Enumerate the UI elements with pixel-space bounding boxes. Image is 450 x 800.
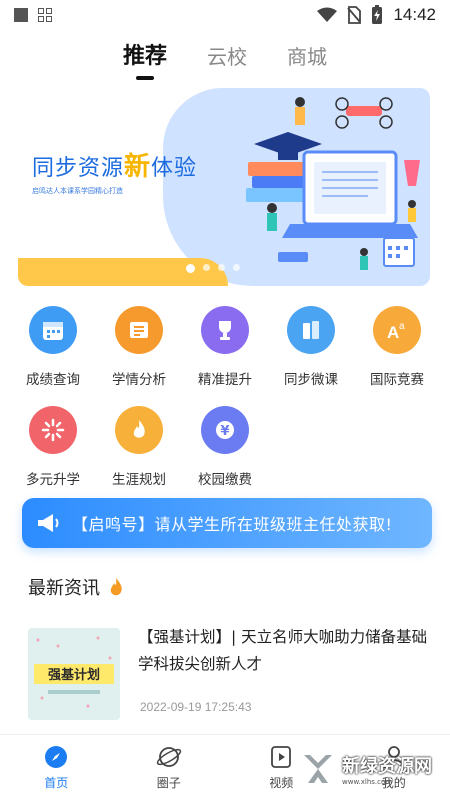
nav-circle[interactable]: 圈子 — [113, 735, 226, 800]
status-bar: 14:42 — [0, 0, 450, 30]
planet-icon — [156, 747, 181, 767]
flame-icon — [115, 406, 163, 454]
person-icon — [383, 746, 404, 769]
clock: 14:42 — [393, 5, 436, 24]
nav-home[interactable]: 首页 — [0, 735, 113, 800]
notification-square-icon — [14, 8, 28, 22]
notice-bar[interactable]: 【启鸣号】请从学生所在班级班主任处获取! — [22, 498, 432, 548]
grid-item-precise-improve[interactable]: 精准提升 — [182, 306, 268, 388]
news-title: 【强基计划】| 天立名师大咖助力储备基础学科拔尖创新人才 — [138, 628, 428, 673]
battery-charging-icon — [372, 5, 383, 24]
carousel-dot[interactable] — [233, 264, 240, 271]
feature-grid: 成绩查询 学情分析 精准提升 同步微课 Aa 国际竞赛 多元升学 生涯规划 ¥ … — [10, 306, 440, 488]
grid-item-sync-course[interactable]: 同步微课 — [268, 306, 354, 388]
news-heading: 最新资讯 — [28, 574, 124, 600]
grid-item-career-plan[interactable]: 生涯规划 — [96, 406, 182, 488]
education-illustration — [246, 97, 420, 270]
calendar-icon — [29, 306, 77, 354]
wifi-icon — [317, 7, 338, 22]
nav-video[interactable]: 视频 — [225, 735, 338, 800]
font-icon: Aa — [373, 306, 421, 354]
carousel-dot[interactable] — [186, 264, 195, 273]
report-icon — [115, 306, 163, 354]
books-icon — [287, 306, 335, 354]
tab-cloud-school[interactable]: 云校 — [207, 41, 247, 76]
grid-item-learning-analysis[interactable]: 学情分析 — [96, 306, 182, 388]
carousel-dot[interactable] — [218, 264, 225, 271]
nav-mine[interactable]: 我的 — [338, 735, 450, 800]
app-grid-icon — [38, 8, 52, 22]
yuan-icon: ¥ — [201, 406, 249, 454]
svg-text:强基计划: 强基计划 — [48, 667, 100, 683]
top-tabs: 推荐 云校 商城 — [0, 38, 450, 76]
no-sim-icon — [347, 6, 362, 24]
banner-subtitle: 启鸣达人本课系学园精心打造 — [32, 187, 123, 195]
megaphone-icon — [38, 514, 59, 532]
grid-item-intl-contest[interactable]: Aa 国际竞赛 — [354, 306, 440, 388]
grid-item-score-query[interactable]: 成绩查询 — [10, 306, 96, 388]
grid-item-campus-payment[interactable]: ¥ 校园缴费 — [182, 406, 268, 488]
compass-icon — [45, 746, 68, 768]
svg-text:a: a — [399, 321, 405, 332]
svg-text:¥: ¥ — [221, 424, 230, 439]
notice-text: 【启鸣号】请从学生所在班级班主任处获取! — [72, 515, 393, 534]
video-icon — [271, 746, 292, 768]
trophy-icon — [201, 306, 249, 354]
news-thumbnail: 强基计划 — [28, 628, 120, 720]
fire-icon — [110, 578, 122, 596]
news-item[interactable]: 强基计划 【强基计划】| 天立名师大咖助力储备基础学科拔尖创新人才 2022-0… — [28, 624, 428, 720]
promo-banner[interactable]: 同步资源新体验 启鸣达人本课系学园精心打造 — [18, 88, 430, 286]
grid-item-diverse-admission[interactable]: 多元升学 — [10, 406, 96, 488]
news-time: 2022-09-19 17:25:43 — [140, 700, 252, 714]
tab-mall[interactable]: 商城 — [287, 41, 327, 76]
bottom-nav: 首页 圈子 视频 我的 — [0, 734, 450, 800]
burst-icon — [29, 406, 77, 454]
carousel-dots — [186, 264, 240, 273]
carousel-dot[interactable] — [203, 264, 210, 271]
tab-recommend[interactable]: 推荐 — [123, 38, 167, 76]
svg-text:A: A — [387, 323, 399, 342]
banner-title: 同步资源新体验 — [32, 152, 198, 182]
